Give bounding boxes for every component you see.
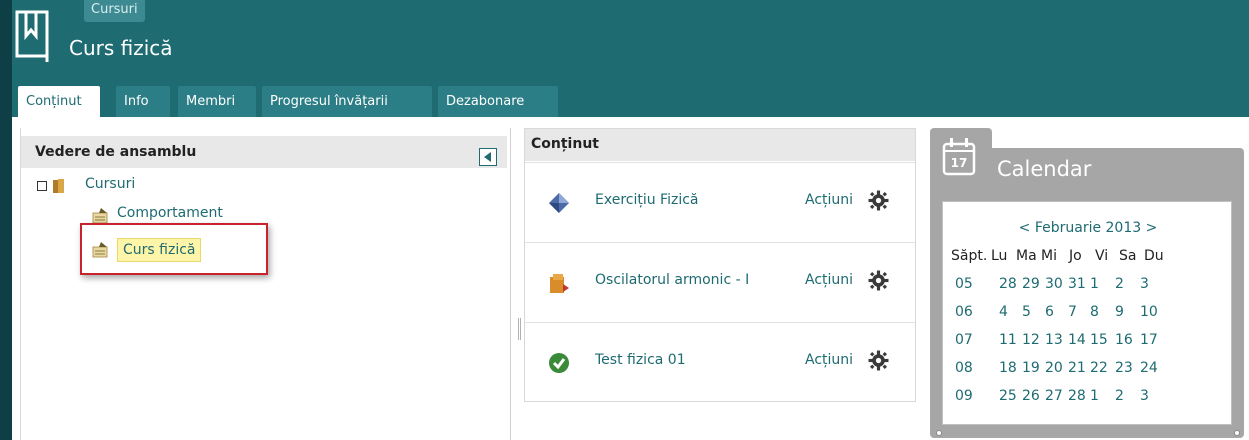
calendar-day[interactable]: 17 <box>1140 332 1160 348</box>
calendar-day[interactable]: 12 <box>1022 332 1042 348</box>
calendar-day[interactable]: 25 <box>999 388 1019 404</box>
actions-menu[interactable]: Acțiuni <box>805 272 853 288</box>
week-number: 06 <box>955 304 973 320</box>
calendar-day[interactable]: 6 <box>1045 304 1065 320</box>
weekday-header: Vi <box>1095 248 1109 264</box>
folder-icon <box>53 179 64 193</box>
content-panel-title: Conținut <box>531 136 599 152</box>
calendar-day[interactable]: 23 <box>1115 360 1135 376</box>
content-panel: Conținut Exercițiu Fizică Acțiuni Oscila… <box>524 128 916 402</box>
calendar-day[interactable]: 18 <box>999 360 1019 376</box>
tab-bar: Conținut Info Membri Progresul învățarii… <box>12 81 1249 117</box>
calendar-day[interactable]: 2 <box>1115 388 1135 404</box>
content-item[interactable]: Exercițiu Fizică Acțiuni <box>525 162 915 242</box>
resize-handle[interactable] <box>518 318 521 340</box>
weekday-header: Mi <box>1041 248 1057 264</box>
content-item-name[interactable]: Test fizica 01 <box>595 352 686 368</box>
tab-info[interactable]: Info <box>116 86 170 117</box>
gear-icon[interactable] <box>868 190 889 211</box>
tab-members[interactable]: Membri <box>178 86 256 117</box>
exercise-diamond-icon <box>549 193 569 213</box>
gear-icon[interactable] <box>868 350 889 371</box>
weekday-header: Ma <box>1016 248 1037 264</box>
content-panel-header: Conținut <box>525 129 915 161</box>
app-header: Cursuri Curs fizică <box>0 0 1249 81</box>
weekday-header: Lu <box>991 248 1008 264</box>
weekday-header-week: Săpt. <box>951 248 988 264</box>
week-number: 07 <box>955 332 973 348</box>
learning-module-icon <box>550 274 569 293</box>
calendar-grid: < Februarie 2013 > Săpt. Lu Ma Mi Jo Vi … <box>942 201 1232 425</box>
calendar-icon: 17 <box>942 138 976 176</box>
calendar-day[interactable]: 30 <box>1045 276 1065 292</box>
calendar-day[interactable]: 10 <box>1140 304 1160 320</box>
calendar-day[interactable]: 28 <box>999 276 1019 292</box>
breadcrumb[interactable]: Cursuri <box>84 0 145 22</box>
calendar-day[interactable]: 31 <box>1068 276 1088 292</box>
calendar-day[interactable]: 20 <box>1045 360 1065 376</box>
left-edge-bar <box>0 0 12 440</box>
week-number: 08 <box>955 360 973 376</box>
calendar-day[interactable]: 15 <box>1090 332 1110 348</box>
calendar-day[interactable]: 13 <box>1045 332 1065 348</box>
calendar-day[interactable]: 1 <box>1090 388 1110 404</box>
month-navigation[interactable]: < Februarie 2013 > <box>943 220 1233 236</box>
calendar-icon-day: 17 <box>951 156 968 170</box>
content-item[interactable]: Test fizica 01 Acțiuni <box>525 322 915 402</box>
test-check-icon <box>549 353 569 373</box>
calendar-day[interactable]: 7 <box>1068 304 1088 320</box>
book-icon <box>15 10 49 62</box>
calendar-day[interactable]: 8 <box>1090 304 1110 320</box>
tree-expand-icon[interactable] <box>37 181 47 191</box>
content-item-name[interactable]: Oscilatorul armonic - I <box>595 272 749 288</box>
calendar-day[interactable]: 28 <box>1068 388 1088 404</box>
resize-corner-icon[interactable] <box>936 430 942 436</box>
tab-learning-progress[interactable]: Progresul învățarii <box>262 86 432 117</box>
calendar-day[interactable]: 27 <box>1045 388 1065 404</box>
weekday-header: Du <box>1144 248 1164 264</box>
calendar-day[interactable]: 3 <box>1140 388 1160 404</box>
calendar-day[interactable]: 24 <box>1140 360 1160 376</box>
calendar-day[interactable]: 16 <box>1115 332 1135 348</box>
calendar-day[interactable]: 2 <box>1115 276 1135 292</box>
calendar-day[interactable]: 14 <box>1068 332 1088 348</box>
week-number: 05 <box>955 276 973 292</box>
panel-divider <box>510 128 511 440</box>
tab-unsubscribe[interactable]: Dezabonare <box>438 86 558 117</box>
calendar-day[interactable]: 1 <box>1090 276 1110 292</box>
gear-icon[interactable] <box>868 270 889 291</box>
weekday-header: Jo <box>1069 248 1082 264</box>
calendar-day[interactable]: 3 <box>1140 276 1160 292</box>
content-item-name[interactable]: Exercițiu Fizică <box>595 192 699 208</box>
overview-panel: Vedere de ansamblu <box>20 128 507 440</box>
week-number: 09 <box>955 388 973 404</box>
tree-item-physics-course[interactable]: Curs fizică <box>117 238 202 262</box>
calendar-day[interactable]: 5 <box>1022 304 1042 320</box>
calendar-day[interactable]: 4 <box>999 304 1019 320</box>
calendar-day[interactable]: 19 <box>1022 360 1042 376</box>
calendar-title: Calendar <box>997 157 1092 181</box>
weekday-header: Sa <box>1119 248 1137 264</box>
calendar-day[interactable]: 9 <box>1115 304 1135 320</box>
calendar-day[interactable]: 22 <box>1090 360 1110 376</box>
calendar-day[interactable]: 21 <box>1068 360 1088 376</box>
actions-menu[interactable]: Acțiuni <box>805 192 853 208</box>
content-item[interactable]: Oscilatorul armonic - I Acțiuni <box>525 242 915 322</box>
actions-menu[interactable]: Acțiuni <box>805 352 853 368</box>
collapse-panel-button[interactable] <box>479 148 497 166</box>
calendar-day[interactable]: 26 <box>1022 388 1042 404</box>
calendar-day[interactable]: 29 <box>1022 276 1042 292</box>
page-title: Curs fizică <box>69 36 173 60</box>
resize-corner-icon[interactable] <box>1234 430 1240 436</box>
tree-item-courses[interactable]: Cursuri <box>85 176 135 192</box>
course-icon <box>92 242 108 258</box>
tab-content[interactable]: Conținut <box>18 86 100 117</box>
overview-header: Vedere de ansamblu <box>21 136 507 168</box>
tree-item-behavior[interactable]: Comportament <box>117 205 223 221</box>
overview-title: Vedere de ansamblu <box>35 144 197 160</box>
calendar-day[interactable]: 11 <box>999 332 1019 348</box>
